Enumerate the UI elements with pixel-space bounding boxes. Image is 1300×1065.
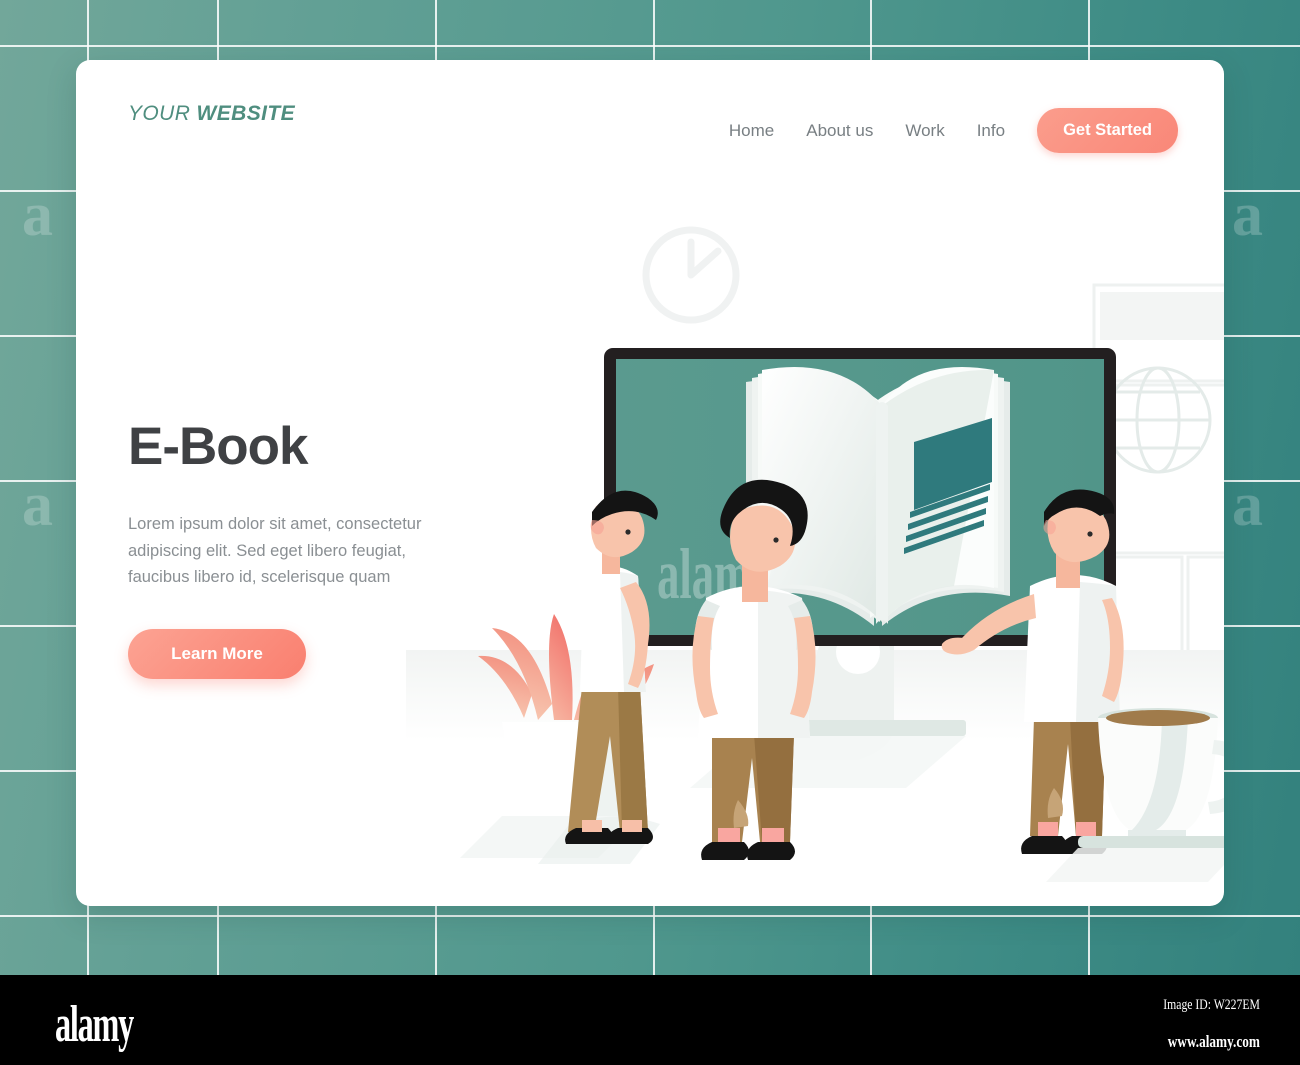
wall-clock-icon <box>642 226 740 324</box>
grid-line-horizontal <box>0 915 1300 917</box>
image-id-label: Image ID: W227EM <box>1163 997 1260 1013</box>
watermark-letter: a <box>22 471 53 539</box>
alamy-website-url: www.alamy.com <box>1167 1032 1260 1051</box>
site-logo[interactable]: YOUR WEBSITE <box>128 102 295 126</box>
hero-illustration: alamy a <box>406 120 1224 906</box>
alamy-metadata: Image ID: W227EM www.alamy.com <box>1136 997 1260 1052</box>
alamy-footer-bar: alamy Image ID: W227EM www.alamy.com <box>0 975 1300 1065</box>
logo-text-first: YOUR <box>128 102 197 125</box>
learn-more-button[interactable]: Learn More <box>128 629 306 680</box>
watermark-letter: a <box>1232 181 1263 249</box>
landing-page-card: YOUR WEBSITE Home About us Work Info Get… <box>76 60 1224 906</box>
logo-text-second: WEBSITE <box>196 102 295 125</box>
grid-line-horizontal <box>0 45 1300 47</box>
watermark-letter: a <box>1232 471 1263 539</box>
alamy-logo: alamy <box>55 996 134 1053</box>
watermark-letter: a <box>1122 534 1144 613</box>
screenshot-root: a a a a YOUR WEBSITE Home About us Work … <box>0 0 1300 1065</box>
hero-paragraph: Lorem ipsum dolor sit amet, consectetur … <box>128 515 422 587</box>
watermark-letter: a <box>22 181 53 249</box>
